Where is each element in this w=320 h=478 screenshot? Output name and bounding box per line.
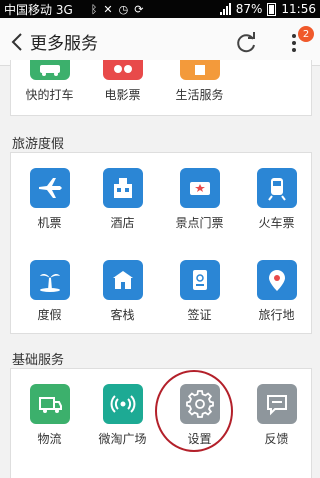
- tile-label: 酒店: [110, 216, 135, 230]
- tile-label: 景点门票: [175, 216, 224, 230]
- tile-label: 反馈: [264, 432, 289, 446]
- clock-time: 11:56: [281, 2, 316, 16]
- service-inn[interactable]: 客栈: [85, 260, 160, 323]
- bluetooth-icon: ᛒ: [90, 2, 98, 16]
- more-menu-button[interactable]: 2: [286, 26, 316, 60]
- movie-ticket-icon: [102, 60, 143, 80]
- car-icon: [29, 60, 70, 80]
- service-weitao-square[interactable]: 微淘广场: [85, 384, 160, 447]
- inn-icon: [102, 260, 143, 300]
- section-title-basic: 基础服务: [12, 353, 65, 368]
- tile-label: 旅行地: [258, 308, 295, 322]
- back-button[interactable]: [6, 18, 28, 66]
- more-vertical-icon: [292, 34, 297, 55]
- tile-label: 生活服务: [175, 88, 224, 102]
- service-destination[interactable]: 旅行地: [239, 260, 314, 323]
- tile-label: 火车票: [258, 216, 295, 230]
- airplane-icon: [29, 168, 70, 208]
- title-bar: 更多服务 2: [0, 18, 320, 66]
- tile-label: 电影票: [104, 88, 141, 102]
- service-train-ticket[interactable]: 火车票: [239, 168, 314, 231]
- service-movie-ticket[interactable]: 电影票: [85, 60, 160, 103]
- service-kuaidi-taxi[interactable]: 快的打车: [12, 60, 87, 103]
- signal-icon: [219, 3, 231, 15]
- status-bar: 中国移动 3G ᛒ ✕ ◷ ⟳ 87% 11:56: [0, 0, 320, 18]
- train-icon: [256, 168, 297, 208]
- truck-icon: [29, 384, 70, 424]
- service-flight[interactable]: 机票: [12, 168, 87, 231]
- service-logistics[interactable]: 物流: [12, 384, 87, 447]
- status-icons: ᛒ ✕ ◷ ⟳: [91, 3, 144, 16]
- battery-icon: [267, 2, 277, 16]
- chevron-left-icon: [11, 32, 22, 51]
- highlight-circle: [155, 370, 233, 452]
- section-title-travel: 旅游度假: [12, 137, 65, 152]
- service-vacation[interactable]: 度假: [12, 260, 87, 323]
- mute-icon: ✕: [103, 2, 113, 16]
- page-title: 更多服务: [30, 34, 98, 54]
- broadcast-icon: [102, 384, 143, 424]
- palm-tree-icon: [29, 260, 70, 300]
- hotel-icon: [102, 168, 143, 208]
- tile-label: 签证: [187, 308, 212, 322]
- service-attraction-ticket[interactable]: 景点门票: [162, 168, 237, 231]
- feedback-icon: [256, 384, 297, 424]
- tile-label: 快的打车: [25, 88, 74, 102]
- service-visa[interactable]: 签证: [162, 260, 237, 323]
- sync-icon: ⟳: [134, 2, 144, 16]
- tile-label: 客栈: [110, 308, 135, 322]
- alarm-icon: ◷: [118, 2, 129, 16]
- ticket-icon: [179, 168, 220, 208]
- notification-badge: 2: [298, 26, 314, 42]
- tile-label: 度假: [37, 308, 62, 322]
- refresh-icon: [237, 32, 255, 53]
- tile-label: 微淘广场: [98, 432, 147, 446]
- home-service-icon: [179, 60, 220, 80]
- location-pin-icon: [256, 260, 297, 300]
- service-hotel[interactable]: 酒店: [85, 168, 160, 231]
- carrier-label: 中国移动 3G: [4, 2, 73, 17]
- service-feedback[interactable]: 反馈: [239, 384, 314, 447]
- visa-icon: [179, 260, 220, 300]
- service-life[interactable]: 生活服务: [162, 60, 237, 103]
- tile-label: 机票: [37, 216, 62, 230]
- battery-percent: 87%: [235, 2, 263, 16]
- tile-label: 物流: [37, 432, 62, 446]
- refresh-button[interactable]: [233, 30, 259, 56]
